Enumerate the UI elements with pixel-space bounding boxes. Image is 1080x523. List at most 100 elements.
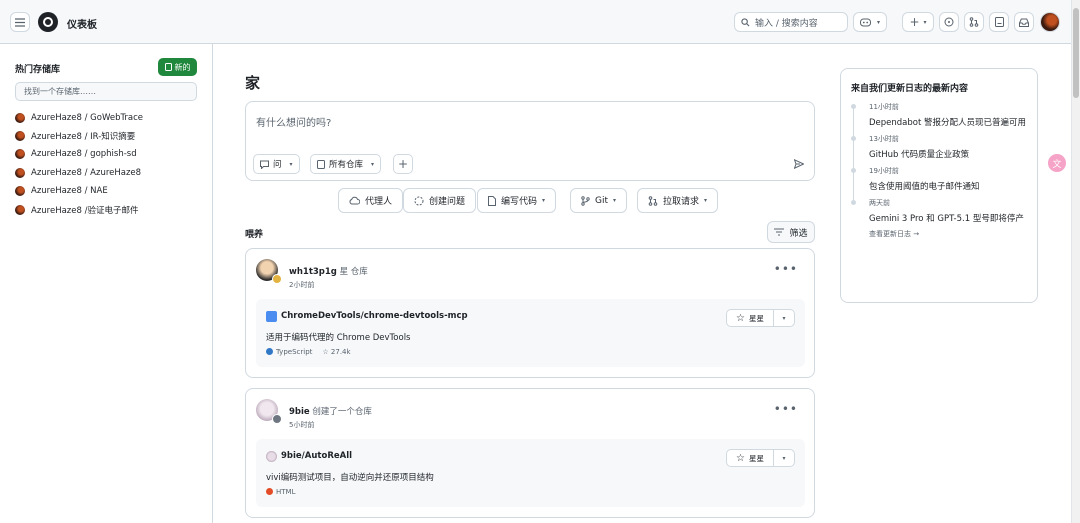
feed-card: wh1t3p1g 星 仓库 2小时前 ••• ChromeDevTools/ch…	[245, 248, 815, 378]
write-code-pill[interactable]: 编写代码 ▾	[477, 188, 557, 213]
projects-button[interactable]	[989, 12, 1009, 32]
agent-pill[interactable]: 代理人	[338, 188, 404, 213]
user-avatar[interactable]	[1040, 12, 1060, 32]
issues-icon	[944, 17, 954, 27]
timeline-dot	[851, 168, 856, 173]
new-repo-button[interactable]: 新的	[158, 58, 197, 76]
star-label: 星星	[748, 453, 764, 463]
timeline-dot	[851, 200, 856, 205]
timeline-dot	[851, 104, 856, 109]
git-pill[interactable]: Git ▾	[570, 188, 628, 213]
search-input[interactable]: 输入 / 搜索内容	[734, 12, 848, 32]
create-new-button[interactable]: + ▾	[902, 12, 934, 32]
repo-link[interactable]: AzureHaze8 / IR-知识摘要	[15, 130, 135, 142]
feed-action: 星 仓库	[339, 267, 368, 277]
find-repo-input[interactable]: 找到一个存储库……	[15, 82, 197, 101]
star-label: 星星	[748, 313, 764, 323]
create-issue-label: 创建问题	[429, 197, 466, 207]
scrollbar-thumb[interactable]	[1073, 8, 1079, 98]
changelog-text: 包含使用阈值的电子邮件通知	[869, 182, 980, 192]
repo-link[interactable]: AzureHaze8 / AzureHaze8	[15, 167, 141, 179]
top-header: 仪表板 输入 / 搜索内容 ▾ + ▾	[0, 0, 1080, 44]
changelog-item[interactable]: 19小时前 包含使用阈值的电子邮件通知	[851, 166, 980, 192]
repo-name: AzureHaze8 / IR-知识摘要	[31, 132, 136, 142]
translate-icon[interactable]: 文	[1048, 154, 1066, 172]
feed-card-header: wh1t3p1g 星 仓库	[289, 265, 368, 277]
repo-link[interactable]: 9bie/AutoReAll	[281, 451, 352, 461]
language-tag: TypeScript	[266, 348, 312, 356]
star-count-value: 27.4k	[330, 348, 351, 356]
repo-description: vivi编码测试项目，自动逆向并还原项目结构	[266, 473, 434, 483]
pull-request-pill[interactable]: 拉取请求 ▾	[637, 188, 719, 213]
changelog-text: Dependabot 警报分配人员现已普遍可用	[869, 118, 1027, 128]
star-icon: ☆	[736, 312, 745, 324]
git-branch-icon	[581, 195, 590, 206]
changelog-item[interactable]: 13小时前 GitHub 代码质量企业政策	[851, 134, 970, 160]
changelog-item[interactable]: 两天前 Gemini 3 Pro 和 GPT-5.1 型号即将停产	[851, 198, 1024, 224]
chevron-down-icon[interactable]: ▾	[774, 455, 794, 462]
github-logo[interactable]	[38, 12, 58, 32]
star-button[interactable]: ☆ 星星 ▾	[726, 309, 795, 327]
more-options-icon[interactable]: •••	[774, 262, 798, 276]
repo-link[interactable]: AzureHaze8 / gophish-sd	[15, 148, 137, 160]
repo-link[interactable]: AzureHaze8 / NAE	[15, 185, 108, 197]
timeline-dot	[851, 136, 856, 141]
changelog-date: 19小时前	[869, 167, 899, 175]
send-icon[interactable]	[793, 158, 805, 172]
inbox-icon	[1019, 18, 1029, 27]
repo-link[interactable]: AzureHaze8 /验证电子邮件	[15, 204, 138, 216]
search-icon	[741, 17, 750, 26]
chevron-down-icon[interactable]: ▾	[774, 315, 794, 322]
ask-copilot-box[interactable]: 有什么想问的吗? 问 ▾ 所有仓库 ▾ +	[245, 101, 815, 181]
filter-button[interactable]: 筛选	[767, 221, 815, 243]
chat-icon	[260, 160, 269, 169]
search-placeholder: 输入 / 搜索内容	[755, 18, 818, 29]
more-options-icon[interactable]: •••	[774, 402, 798, 416]
star-count[interactable]: ☆ 27.4k	[322, 348, 350, 356]
ask-mode-button[interactable]: 问 ▾	[253, 154, 300, 174]
chevron-down-icon: ▾	[542, 197, 546, 204]
copilot-icon	[859, 18, 871, 26]
pull-request-icon	[969, 17, 979, 27]
page-scrollbar[interactable]	[1071, 0, 1080, 523]
view-changelog-link[interactable]: 查看更新日志 →	[869, 229, 919, 239]
all-repos-button[interactable]: 所有仓库 ▾	[310, 154, 382, 174]
changelog-item[interactable]: 11小时前 Dependabot 警报分配人员现已普遍可用	[851, 102, 1027, 128]
chevron-down-icon: ▾	[923, 18, 927, 26]
file-icon	[488, 195, 496, 206]
feed-heading: 喂养	[245, 230, 264, 240]
pull-request-label: 拉取请求	[663, 197, 700, 207]
plus-icon: +	[397, 157, 409, 171]
home-heading: 家	[245, 74, 261, 92]
star-button[interactable]: ☆ 星星 ▾	[726, 449, 795, 467]
avatar	[15, 149, 25, 159]
avatar	[15, 205, 25, 215]
chevron-down-icon: ▾	[289, 160, 293, 168]
repo-name: AzureHaze8 / GoWebTrace	[31, 113, 144, 123]
issues-button[interactable]	[939, 12, 959, 32]
menu-icon[interactable]	[10, 12, 30, 32]
feed-user-link[interactable]: wh1t3p1g	[289, 267, 337, 277]
repo-link[interactable]: ChromeDevTools/chrome-devtools-mcp	[281, 311, 468, 321]
chevron-down-icon: ▾	[876, 18, 880, 26]
language-dot	[266, 488, 273, 495]
language-tag: HTML	[266, 488, 295, 496]
repo-icon	[164, 63, 172, 71]
feed-user-link[interactable]: 9bie	[289, 407, 310, 417]
repo-link[interactable]: AzureHaze8 / GoWebTrace	[15, 112, 143, 124]
star-icon: ☆	[322, 348, 329, 356]
add-context-button[interactable]: +	[393, 154, 413, 174]
projects-icon	[994, 17, 1004, 27]
pull-requests-button[interactable]	[964, 12, 984, 32]
changelog-text: GitHub 代码质量企业政策	[869, 150, 970, 160]
copilot-button[interactable]: ▾	[853, 12, 887, 32]
inbox-button[interactable]	[1014, 12, 1034, 32]
avatar	[15, 113, 25, 123]
repo-meta: TypeScript ☆ 27.4k	[266, 348, 351, 356]
changelog-title: 来自我们更新日志的最新内容	[851, 84, 969, 94]
avatar	[15, 168, 25, 178]
feed-action: 创建了一个仓库	[312, 407, 372, 417]
repo-name: AzureHaze8 / gophish-sd	[31, 149, 137, 159]
create-issue-pill[interactable]: 创建问题	[403, 188, 477, 213]
sidebar-divider	[212, 44, 213, 523]
